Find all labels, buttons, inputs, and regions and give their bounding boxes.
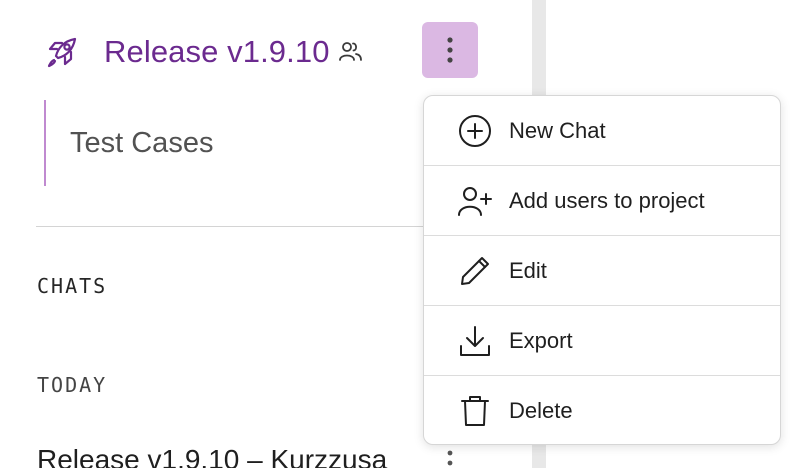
project-header[interactable]: Release v1.9.10 [44,30,364,74]
add-user-icon [457,183,493,219]
menu-item-delete[interactable]: Delete [424,376,780,444]
trash-icon [457,393,493,429]
project-title[interactable]: Release v1.9.10 [104,34,330,70]
chat-options-button[interactable] [439,448,461,468]
menu-item-label: New Chat [509,117,606,143]
chats-heading: CHATS [37,274,108,298]
menu-item-export[interactable]: Export [424,306,780,376]
menu-item-add-users[interactable]: Add users to project [424,166,780,236]
kebab-icon [447,450,453,466]
project-options-menu: New Chat Add users to project Edit Expor… [423,95,781,445]
project-item-test-cases[interactable]: Test Cases [44,100,213,186]
users-icon [338,39,364,65]
chat-item[interactable]: Release v1.9.10 – Kurzzusa [37,444,457,468]
project-options-button[interactable] [422,22,478,78]
pencil-icon [457,253,493,289]
section-divider [36,226,486,227]
project-item-label: Test Cases [70,126,214,159]
plus-circle-icon [457,113,493,149]
menu-item-edit[interactable]: Edit [424,236,780,306]
menu-item-label: Delete [509,398,573,423]
rocket-icon [44,34,80,70]
chat-title[interactable]: Release v1.9.10 – Kurzzusa [37,444,419,468]
download-icon [457,323,493,359]
today-heading: TODAY [37,373,108,397]
kebab-icon [447,37,453,63]
menu-item-label: Edit [509,257,547,283]
menu-item-label: Export [509,327,573,353]
menu-item-new-chat[interactable]: New Chat [424,96,780,166]
menu-item-label: Add users to project [509,187,705,213]
